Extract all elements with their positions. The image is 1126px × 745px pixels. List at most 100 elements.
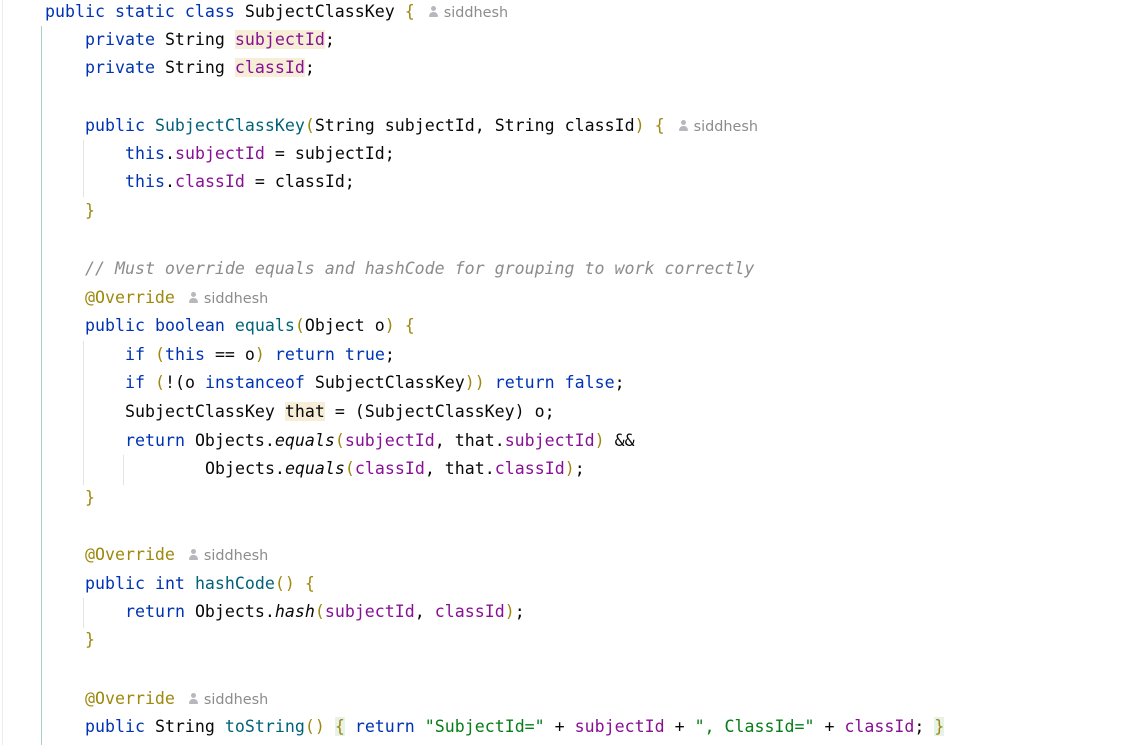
code-line-annotation-equals[interactable]: @Override siddhesh — [0, 284, 268, 312]
author-hint[interactable]: siddhesh — [189, 686, 268, 714]
code-line-field-subjectid[interactable]: private String subjectId; — [0, 26, 335, 54]
paren: )) — [464, 373, 485, 392]
method-name: hashCode — [194, 574, 275, 593]
semicolon: ; — [574, 459, 585, 478]
param-type: String — [314, 116, 375, 135]
code-line-ctor-close[interactable]: } — [0, 197, 95, 225]
assignment: = subjectId; — [264, 144, 395, 163]
code-line-equals-2[interactable]: if (!(o instanceof SubjectClassKey)) ret… — [0, 369, 625, 397]
type-name: String — [154, 717, 215, 736]
paren: ) — [564, 459, 575, 478]
author-hint[interactable]: siddhesh — [429, 0, 508, 27]
dot: . — [164, 172, 175, 191]
code-line-annotation-tostring[interactable]: @Override siddhesh — [0, 685, 268, 713]
keyword: int — [154, 574, 185, 593]
expression: !(o — [164, 373, 205, 392]
type-name: String — [164, 30, 225, 49]
keyword: this — [125, 144, 165, 163]
author-hint[interactable]: siddhesh — [679, 113, 758, 141]
keyword: public — [85, 316, 145, 335]
keyword: public — [85, 574, 145, 593]
code-line-equals-close[interactable]: } — [0, 484, 95, 512]
paren: ) — [634, 116, 645, 135]
brace: { — [654, 116, 665, 135]
code-line-equals-5[interactable]: Objects.equals(classId, that.classId); — [0, 455, 585, 483]
keyword: return — [125, 431, 185, 450]
keyword: boolean — [154, 316, 225, 335]
field-name: classId — [844, 717, 915, 736]
code-line-tostring[interactable]: public String toString() { return "Subje… — [0, 713, 945, 741]
brace: } — [934, 717, 945, 736]
constructor-name: SubjectClassKey — [154, 116, 305, 135]
static-method: equals — [274, 431, 335, 450]
separator: , that. — [424, 459, 495, 478]
code-line-ctor-body-1[interactable]: this.subjectId = subjectId; — [0, 140, 395, 168]
static-method: equals — [284, 459, 345, 478]
static-method: hash — [274, 602, 315, 621]
field-name: subjectId — [344, 431, 435, 450]
author-name: siddhesh — [443, 5, 509, 21]
code-line-equals-signature[interactable]: public boolean equals(Object o) { — [0, 312, 415, 340]
operator: + — [544, 717, 575, 736]
code-line-comment[interactable]: // Must override equals and hashCode for… — [0, 255, 754, 283]
field-name: subjectId — [174, 144, 265, 163]
code-line-hashcode-close[interactable]: } — [0, 626, 95, 654]
field-name: classId — [354, 459, 425, 478]
brace: } — [85, 630, 95, 649]
brace: { — [404, 2, 415, 21]
brace: } — [85, 201, 95, 220]
author-name: siddhesh — [693, 119, 758, 135]
code-line-hashcode-signature[interactable]: public int hashCode() { — [0, 570, 315, 598]
keyword: if — [125, 345, 145, 364]
annotation: @Override — [85, 288, 175, 307]
author-hint[interactable]: siddhesh — [189, 285, 268, 313]
keyword: return — [354, 717, 415, 736]
brace: } — [85, 488, 95, 507]
semicolon: ; — [384, 345, 395, 364]
expression: == o — [204, 345, 255, 364]
keyword: this — [164, 345, 205, 364]
field-name: classId — [174, 172, 245, 191]
keyword: return — [494, 373, 555, 392]
method-name: toString — [224, 717, 305, 736]
annotation: @Override — [85, 689, 175, 708]
author-hint[interactable]: siddhesh — [189, 542, 268, 570]
keyword: public — [85, 717, 145, 736]
parens: () — [274, 574, 295, 593]
code-line-annotation-hashcode[interactable]: @Override siddhesh — [0, 541, 268, 569]
type-name: SubjectClassKey — [304, 373, 465, 392]
field-name: classId — [234, 58, 305, 77]
keyword: private — [85, 58, 155, 77]
paren: ( — [154, 345, 165, 364]
code-line-class-declaration[interactable]: public static class SubjectClassKey {sid… — [0, 0, 508, 26]
code-editor[interactable]: public static class SubjectClassKey {sid… — [0, 0, 1126, 745]
code-line-equals-4[interactable]: return Objects.equals(subjectId, that.su… — [0, 427, 635, 455]
semicolon: ; — [614, 373, 625, 392]
code-line-ctor-body-2[interactable]: this.classId = classId; — [0, 168, 355, 196]
operator: + — [814, 717, 845, 736]
code-line-field-classid[interactable]: private String classId; — [0, 54, 315, 82]
paren: ( — [344, 459, 355, 478]
class-name: SubjectClassKey — [244, 2, 395, 21]
semicolon: ; — [514, 602, 525, 621]
field-name: classId — [494, 459, 565, 478]
method-name: equals — [234, 316, 295, 335]
brace: { — [304, 574, 315, 593]
annotation: @Override — [85, 545, 175, 564]
string-literal: ", ClassId=" — [694, 717, 815, 736]
code-line-hashcode-body[interactable]: return Objects.hash(subjectId, classId); — [0, 598, 525, 626]
author-name: siddhesh — [203, 291, 269, 307]
comma: , — [474, 116, 485, 135]
paren: ) — [504, 602, 515, 621]
keyword: return — [125, 602, 185, 621]
dot: . — [164, 144, 175, 163]
code-line-constructor[interactable]: public SubjectClassKey(String subjectId,… — [0, 112, 758, 140]
object-name: Objects. — [205, 459, 285, 478]
paren: ) — [594, 431, 605, 450]
person-icon — [679, 120, 689, 132]
variable-name: that — [284, 402, 325, 421]
paren: ( — [154, 373, 165, 392]
code-line-equals-3[interactable]: SubjectClassKey that = (SubjectClassKey)… — [0, 398, 555, 426]
code-line-equals-1[interactable]: if (this == o) return true; — [0, 341, 395, 369]
keyword: static — [114, 2, 175, 21]
